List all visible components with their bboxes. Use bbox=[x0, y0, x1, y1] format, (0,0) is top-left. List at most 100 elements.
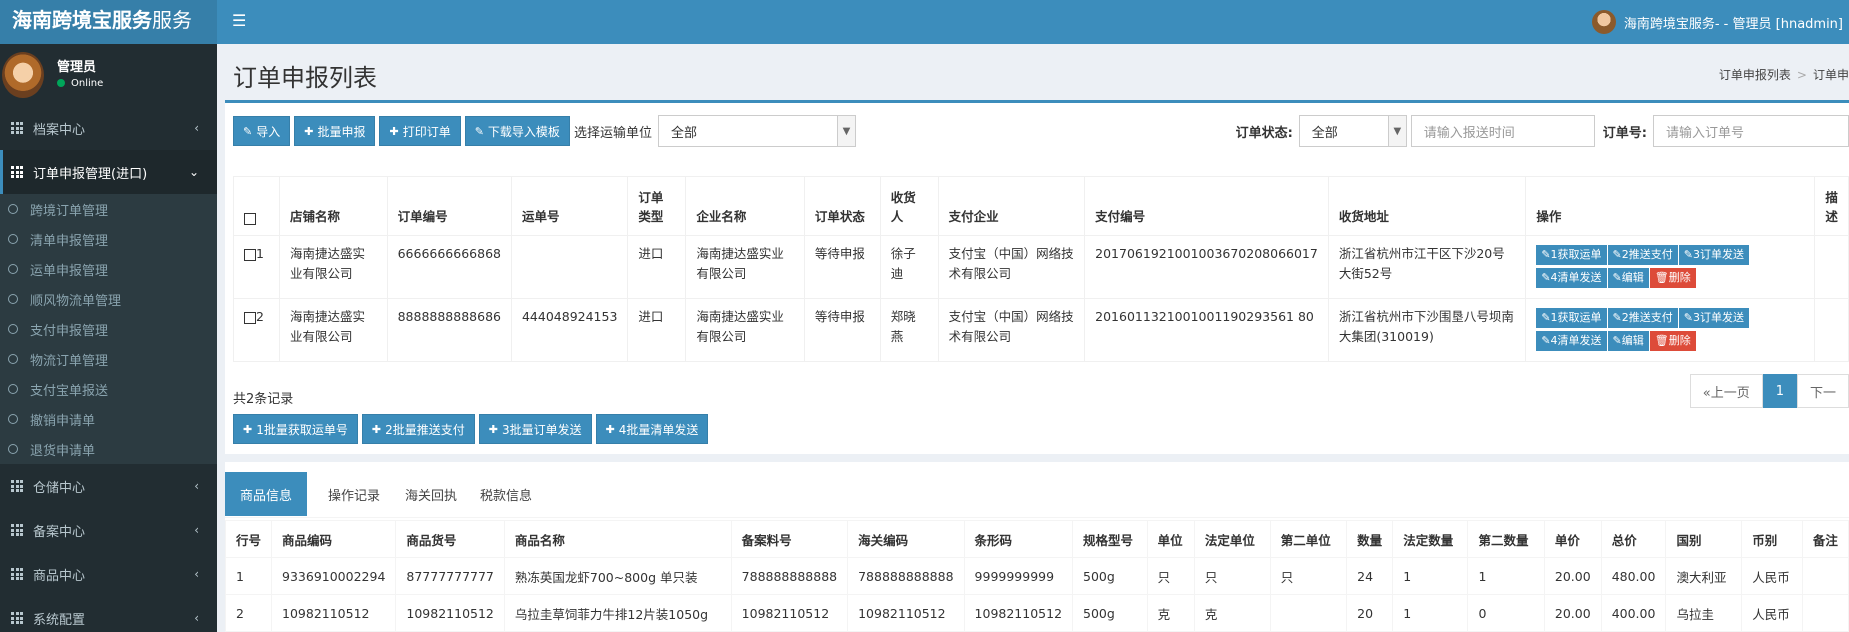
chevron-left-icon: ‹ bbox=[194, 479, 199, 493]
sidebar-item-goods[interactable]: 商品中心 ‹ bbox=[0, 552, 217, 596]
column-header: 收货地址 bbox=[1327, 176, 1527, 236]
cell-waybill bbox=[510, 235, 629, 299]
send-order-button[interactable]: ✎ 3订单发送 bbox=[1678, 308, 1749, 328]
plus-icon: ✚ bbox=[371, 422, 382, 436]
tab-customs-receipt[interactable]: 海关回执 bbox=[390, 472, 472, 516]
edit-icon: ✎ bbox=[1612, 248, 1622, 261]
pagination: «上一页 1 下一 bbox=[1689, 374, 1849, 408]
sidebar-toggle-icon[interactable]: ☰ bbox=[232, 11, 246, 30]
tab-operation-log[interactable]: 操作记录 bbox=[313, 472, 395, 516]
table-header-row: 行号 商品编码 商品货号 商品名称 备案料号 海关编码 条形码 规格型号 单位 … bbox=[224, 520, 1849, 558]
cell-address: 浙江省杭州市下沙围垦八号坝南大集团(310019) bbox=[1327, 298, 1527, 362]
batch-declare-button[interactable]: ✚ 批量申报 bbox=[294, 116, 376, 146]
column-header: 支付企业 bbox=[937, 176, 1086, 236]
table-cell: 10982110512 bbox=[730, 594, 849, 632]
grid-icon bbox=[11, 480, 23, 492]
cell-description bbox=[1814, 298, 1849, 362]
table-cell: 克 bbox=[1193, 594, 1271, 632]
push-payment-button[interactable]: ✎ 2推送支付 bbox=[1607, 308, 1678, 328]
sidebar-subitem[interactable]: 跨境订单管理 bbox=[0, 194, 217, 224]
sidebar-subitem[interactable]: 运单申报管理 bbox=[0, 254, 217, 284]
table-cell: 20.00 bbox=[1543, 594, 1602, 632]
send-list-button[interactable]: ✎ 4清单发送 bbox=[1536, 268, 1607, 288]
table-cell: 只 bbox=[1269, 557, 1348, 595]
bulk-push-payment-button[interactable]: ✚ 2批量推送支付 bbox=[361, 414, 475, 444]
bulk-get-waybill-button[interactable]: ✚ 1批量获取运单号 bbox=[233, 414, 358, 444]
grid-icon bbox=[11, 166, 23, 178]
send-list-button[interactable]: ✎ 4清单发送 bbox=[1536, 331, 1607, 351]
filters: 订单状态: 全部 ▼ 请输入报送时间 订单号: 请输入订单号 bbox=[1228, 115, 1849, 147]
download-template-button[interactable]: ✎ 下载导入模板 bbox=[464, 116, 570, 146]
grid-icon bbox=[11, 122, 23, 134]
table-cell: 0 bbox=[1467, 594, 1545, 632]
sidebar-subitem[interactable]: 物流订单管理 bbox=[0, 344, 217, 374]
order-no-input[interactable]: 请输入订单号 bbox=[1653, 115, 1849, 147]
delete-button[interactable]: 🗑 删除 bbox=[1649, 268, 1696, 288]
get-waybill-button[interactable]: ✎ 1获取运单 bbox=[1536, 245, 1607, 265]
table-cell: 788888888888 bbox=[847, 557, 965, 595]
record-count: 共2条记录 bbox=[233, 392, 294, 407]
brand-logo[interactable]: 海南跨境宝服务服务 bbox=[0, 0, 217, 44]
sidebar-subitem[interactable]: 清单申报管理 bbox=[0, 224, 217, 254]
bulk-send-order-button[interactable]: ✚ 3批量订单发送 bbox=[478, 414, 592, 444]
sidebar-subitem[interactable]: 退货申请单 bbox=[0, 434, 217, 464]
edit-icon: ✎ bbox=[1683, 248, 1693, 261]
status-select[interactable]: 全部 ▼ bbox=[1298, 115, 1407, 147]
row-checkbox[interactable]: 1 bbox=[233, 235, 280, 299]
tab-goods-info[interactable]: 商品信息 bbox=[225, 472, 308, 516]
edit-icon: ✎ bbox=[1612, 271, 1622, 284]
prev-page-button[interactable]: «上一页 bbox=[1689, 374, 1763, 408]
sidebar-subitem[interactable]: 顺风物流单管理 bbox=[0, 284, 217, 314]
cell-actions: ✎ 1获取运单 ✎ 2推送支付 ✎ 3订单发送 ✎ 4清单发送 ✎ 编辑 🗑 删除 bbox=[1525, 298, 1816, 362]
table-cell: 20.00 bbox=[1543, 557, 1602, 595]
sidebar-item-system[interactable]: 系统配置 ‹ bbox=[0, 596, 217, 632]
chevron-left-icon: ‹ bbox=[194, 121, 199, 135]
sidebar-item-filing[interactable]: 备案中心 ‹ bbox=[0, 508, 217, 552]
send-order-button[interactable]: ✎ 3订单发送 bbox=[1678, 245, 1749, 265]
select-all-checkbox[interactable] bbox=[233, 176, 280, 236]
page-button-current[interactable]: 1 bbox=[1762, 374, 1797, 408]
import-button[interactable]: ✎ 导入 bbox=[233, 116, 291, 146]
column-header: 企业名称 bbox=[685, 176, 805, 236]
sidebar-item-order-declaration[interactable]: 订单申报管理(进口) ⌄ bbox=[0, 150, 217, 194]
sidebar-subitem[interactable]: 支付申报管理 bbox=[0, 314, 217, 344]
plus-icon: ✚ bbox=[243, 422, 253, 436]
circle-icon bbox=[8, 354, 18, 364]
edit-button[interactable]: ✎ 编辑 bbox=[1607, 331, 1649, 351]
status-label: 订单状态: bbox=[1235, 125, 1293, 141]
user-menu[interactable]: 海南跨境宝服务- - 管理员 [hnadmin] bbox=[1591, 6, 1849, 38]
table-cell: 人民币 bbox=[1741, 594, 1803, 632]
order-no-label: 订单号: bbox=[1602, 125, 1647, 141]
edit-button[interactable]: ✎ 编辑 bbox=[1607, 268, 1649, 288]
next-page-button[interactable]: 下一 bbox=[1796, 374, 1849, 408]
cell-type: 进口 bbox=[627, 235, 687, 299]
get-waybill-button[interactable]: ✎ 1获取运单 bbox=[1536, 308, 1607, 328]
bulk-actions: ✚ 1批量获取运单号 ✚ 2批量推送支付 ✚ 3批量订单发送 ✚ 4批量清单发送 bbox=[233, 414, 712, 444]
breadcrumb-item[interactable]: 订单申 bbox=[1813, 68, 1849, 82]
tab-tax-info[interactable]: 税款信息 bbox=[465, 472, 547, 516]
breadcrumb-item[interactable]: 订单申报列表 bbox=[1719, 68, 1791, 82]
circle-icon bbox=[8, 414, 18, 424]
table-cell: 只 bbox=[1146, 557, 1195, 595]
detail-box: 商品信息 操作记录 海关回执 税款信息 行号 商品编码 商品货号 商品名称 备案… bbox=[224, 462, 1849, 632]
plus-icon: ✚ bbox=[488, 422, 498, 436]
column-header: 行号 bbox=[224, 520, 273, 558]
sidebar-subitem[interactable]: 撤销申请单 bbox=[0, 404, 217, 434]
bulk-send-list-button[interactable]: ✚ 4批量清单发送 bbox=[595, 414, 709, 444]
sidebar-item-archive[interactable]: 档案中心 ‹ bbox=[0, 106, 217, 150]
sidebar-item-warehouse[interactable]: 仓储中心 ‹ bbox=[0, 464, 217, 508]
circle-icon bbox=[8, 444, 18, 454]
carrier-select[interactable]: 全部 ▼ bbox=[657, 115, 856, 147]
table-cell: 1 bbox=[1392, 557, 1469, 595]
date-input[interactable]: 请输入报送时间 bbox=[1410, 115, 1595, 147]
edit-icon: ✎ bbox=[1541, 311, 1551, 324]
table-row: 2 10982110512 10982110512 乌拉圭草饲菲力牛排12片装1… bbox=[224, 594, 1849, 632]
row-checkbox[interactable]: 2 bbox=[233, 298, 280, 362]
sidebar-subitem[interactable]: 支付宝单报送 bbox=[0, 374, 217, 404]
print-order-button[interactable]: ✚ 打印订单 bbox=[379, 116, 461, 146]
push-payment-button[interactable]: ✎ 2推送支付 bbox=[1607, 245, 1678, 265]
delete-button[interactable]: 🗑 删除 bbox=[1649, 331, 1696, 351]
column-header: 商品编码 bbox=[271, 520, 397, 558]
chevron-down-icon: ▼ bbox=[1387, 116, 1406, 146]
top-navbar: 海南跨境宝服务服务 ☰ 海南跨境宝服务- - 管理员 [hnadmin] bbox=[0, 0, 1849, 44]
